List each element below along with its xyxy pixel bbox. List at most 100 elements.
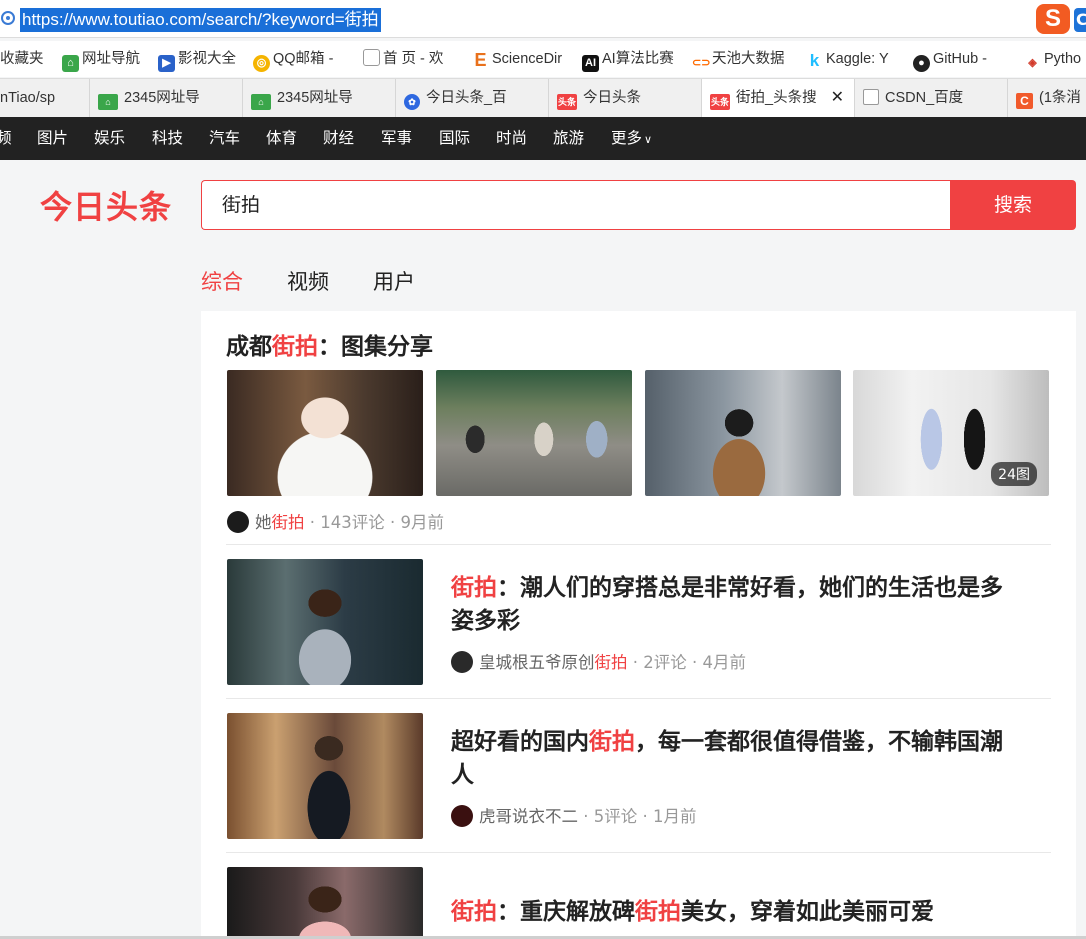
avatar[interactable]: [451, 651, 473, 673]
divider: [226, 852, 1051, 853]
source-highlight[interactable]: 街拍: [272, 513, 305, 532]
title-text: ：重庆解放碑: [497, 899, 635, 925]
bookmark-python[interactable]: ◈ Pytho: [1024, 49, 1081, 72]
tab-item[interactable]: ✿ 今日头条_百: [396, 79, 549, 118]
gallery-photo[interactable]: [227, 370, 423, 496]
tab-label: 2345网址导: [277, 90, 353, 106]
bookmark-homepage[interactable]: 首 页 - 欢: [363, 49, 443, 69]
result-title[interactable]: 街拍：潮人们的穿搭总是非常好看，她们的生活也是多 姿多彩: [451, 572, 1056, 638]
sogou-logo-icon[interactable]: S: [1036, 4, 1070, 34]
result-title[interactable]: 超好看的国内街拍，每一套都很值得借鉴，不输韩国潮人: [451, 726, 1056, 792]
tab-item[interactable]: ⌂ 2345网址导: [243, 79, 396, 118]
tab-item-active[interactable]: 头条 街拍_头条搜 ✕: [702, 79, 855, 118]
tab-item[interactable]: CSDN_百度: [855, 79, 1008, 118]
result-title[interactable]: 街拍：重庆解放碑街拍美女，穿着如此美丽可爱: [451, 896, 1056, 929]
tab-comprehensive[interactable]: 综合: [201, 266, 243, 296]
tab-label: 街拍_头条搜: [736, 90, 817, 106]
channel-nav: 频 图片 娱乐 科技 汽车 体育 财经 军事 国际 时尚 旅游 更多 ∨: [0, 117, 1086, 160]
gallery-title[interactable]: 成都街拍：图集分享: [226, 327, 433, 361]
tab-label: 今日头条: [583, 90, 641, 106]
tab-label: 2345网址导: [124, 90, 200, 106]
bookmark-label: QQ邮箱 -: [273, 51, 334, 67]
tab-label: CSDN_百度: [885, 90, 964, 106]
title-highlight: 街拍: [272, 334, 318, 360]
source-name[interactable]: 她: [255, 513, 272, 532]
tab-item[interactable]: nTiao/sp: [0, 79, 90, 118]
python-icon: ◈: [1024, 55, 1041, 72]
source-name[interactable]: 皇城根五爷原创: [479, 653, 595, 672]
baidu-paw-icon: ✿: [404, 94, 420, 110]
photo-count-badge: 24图: [991, 462, 1037, 486]
channel-sports[interactable]: 体育: [266, 117, 297, 160]
channel-finance[interactable]: 财经: [323, 117, 354, 160]
tab-item[interactable]: ⌂ 2345网址导: [90, 79, 243, 118]
bookmark-label: Kaggle: Y: [826, 51, 889, 67]
bookmark-kaggle[interactable]: k Kaggle: Y: [806, 49, 889, 69]
tab-users[interactable]: 用户: [373, 266, 415, 296]
bookmark-sciencedirect[interactable]: E ScienceDir: [472, 49, 562, 69]
bookmark-nav[interactable]: ⌂ 网址导航: [62, 49, 140, 72]
channel-world[interactable]: 国际: [439, 117, 470, 160]
close-tab-icon[interactable]: ✕: [831, 79, 844, 117]
meta-info: · 143评论 · 9月前: [304, 513, 444, 532]
security-shield-icon[interactable]: [1, 11, 15, 25]
bookmark-qqmail[interactable]: ◎ QQ邮箱 -: [253, 49, 334, 72]
bookmark-github[interactable]: ● GitHub -: [913, 49, 987, 72]
bookmark-label: 首 页 - 欢: [383, 51, 444, 67]
tab-video[interactable]: 视频: [287, 266, 329, 296]
channel-video[interactable]: 频: [0, 117, 12, 160]
channel-entertainment[interactable]: 娱乐: [94, 117, 125, 160]
2345-icon: ⌂: [98, 94, 118, 110]
chevron-down-icon: ∨: [644, 133, 653, 146]
tab-strip: nTiao/sp ⌂ 2345网址导 ⌂ 2345网址导 ✿ 今日头条_百 头条 今日头…: [0, 78, 1086, 118]
kaggle-icon: k: [806, 52, 823, 69]
github-icon: ●: [913, 55, 930, 72]
address-bar[interactable]: https://www.toutiao.com/search/?keyword=…: [0, 0, 1086, 38]
gallery-photo[interactable]: [645, 370, 841, 496]
tab-item[interactable]: 头条 今日头条: [549, 79, 702, 118]
search-input[interactable]: 街拍: [201, 180, 951, 230]
channel-auto[interactable]: 汽车: [209, 117, 240, 160]
bookmark-favorites[interactable]: 收藏夹: [0, 49, 44, 69]
bookmark-ai-contest[interactable]: AI AI算法比赛: [582, 49, 674, 72]
title-text: 人: [451, 762, 474, 788]
url-text[interactable]: https://www.toutiao.com/search/?keyword=…: [20, 8, 381, 32]
bookmark-label: GitHub -: [933, 51, 987, 67]
bookmarks-bar: 收藏夹 ⌂ 网址导航 ▶ 影视大全 ◎ QQ邮箱 - 首 页 - 欢 E Science…: [0, 41, 1086, 77]
channel-military[interactable]: 军事: [381, 117, 412, 160]
tab-label: (1条消: [1039, 90, 1081, 106]
result-thumbnail[interactable]: [227, 867, 423, 939]
title-text: 成都: [226, 334, 272, 360]
ai-icon: AI: [582, 55, 599, 72]
source-name[interactable]: 虎哥说衣不二: [479, 807, 578, 826]
channel-more[interactable]: 更多 ∨: [611, 117, 652, 160]
avatar[interactable]: [227, 511, 249, 533]
title-highlight: 街拍: [589, 729, 635, 755]
channel-travel[interactable]: 旅游: [553, 117, 584, 160]
toutiao-icon: 头条: [557, 94, 577, 110]
result-thumbnail[interactable]: [227, 713, 423, 839]
result-thumbnail[interactable]: [227, 559, 423, 685]
channel-tech[interactable]: 科技: [152, 117, 183, 160]
bookmark-label: 网址导航: [82, 51, 140, 67]
channel-images[interactable]: 图片: [37, 117, 68, 160]
bookmark-films[interactable]: ▶ 影视大全: [158, 49, 236, 72]
meta-info: · 5评论 · 1月前: [578, 807, 697, 826]
result-meta: 皇城根五爷原创街拍 · 2评论 · 4月前: [451, 649, 746, 673]
channel-fashion[interactable]: 时尚: [496, 117, 527, 160]
toutiao-logo[interactable]: 今日头条: [40, 182, 172, 228]
bookmark-tianchi[interactable]: ⊂⊃ 天池大数据: [692, 49, 785, 72]
source-highlight[interactable]: 街拍: [595, 653, 628, 672]
title-text: ：图集分享: [318, 334, 433, 360]
divider: [226, 698, 1051, 699]
channel-more-label: 更多: [611, 129, 643, 147]
bookmark-label: 收藏夹: [0, 51, 44, 67]
gallery-photo[interactable]: [436, 370, 632, 496]
title-text: ，每一套都很值得借鉴，不输韩国潮: [635, 729, 1003, 755]
gallery-photo[interactable]: 24图: [853, 370, 1049, 496]
page-icon: [363, 49, 380, 66]
search-button[interactable]: 搜索: [950, 180, 1076, 230]
tab-item[interactable]: C (1条消: [1008, 79, 1086, 118]
avatar[interactable]: [451, 805, 473, 827]
extension-icon[interactable]: C: [1074, 8, 1086, 32]
